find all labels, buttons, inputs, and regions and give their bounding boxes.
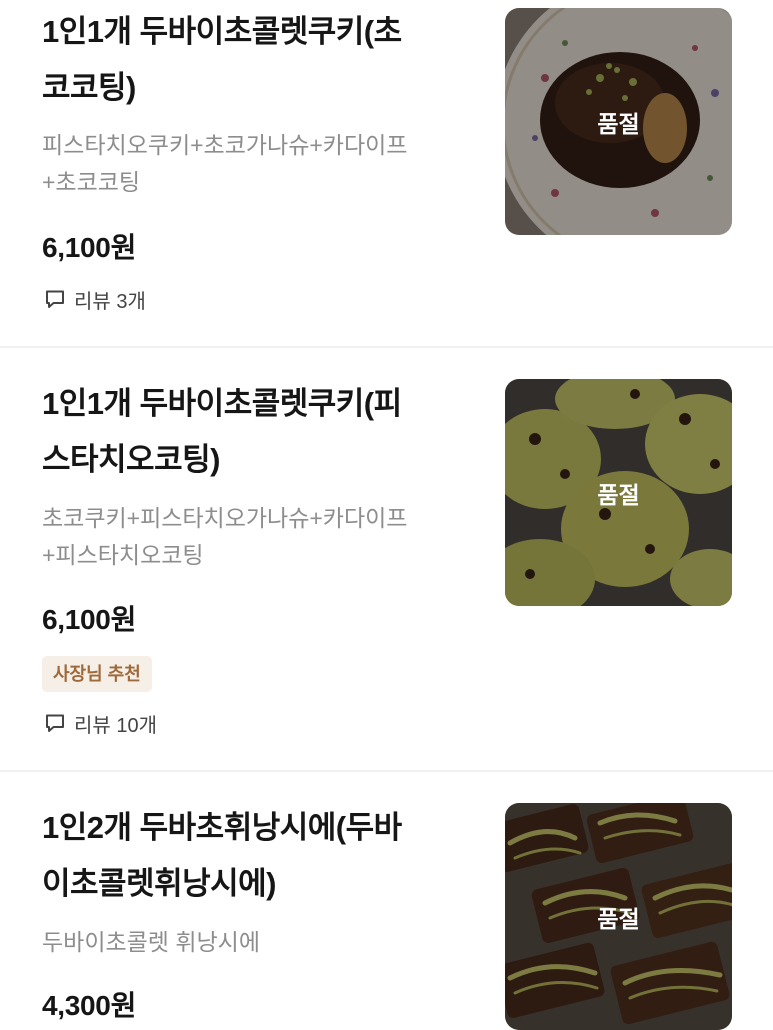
menu-item-image[interactable]: 품절	[505, 803, 732, 1030]
menu-item-title: 1인1개 두바이초콜렛쿠키(피 스타치오코팅)	[42, 386, 402, 477]
speech-bubble-icon	[44, 712, 66, 734]
sold-out-label: 품절	[597, 905, 640, 932]
recommended-badge: 사장님 추천	[42, 656, 152, 692]
menu-item[interactable]: 1인2개 두바초휘낭시에(두바 이초콜렛휘낭시에) 두바이초콜렛 휘낭시에 4,3…	[0, 772, 773, 1030]
review-count[interactable]: 리뷰 10개	[44, 708, 157, 738]
menu-item-price: 6,100원	[42, 604, 137, 635]
menu-item-description: 두바이초콜렛 휘낭시에	[42, 929, 260, 955]
menu-item-price: 4,300원	[42, 990, 137, 1021]
menu-item-description: 초코쿠키+피스타치오가나슈+카다이프 +피스타치오코팅	[42, 505, 408, 568]
sold-out-label: 품절	[597, 110, 640, 137]
menu-item-title: 1인1개 두바이초콜렛쿠키(초 코코팅)	[42, 14, 402, 105]
menu-item-image[interactable]: 품절	[505, 379, 732, 606]
menu-item[interactable]: 1인1개 두바이초콜렛쿠키(초 코코팅) 피스타치오쿠키+초코가나슈+카다이프 +초…	[0, 0, 773, 346]
menu-item-description: 피스타치오쿠키+초코가나슈+카다이프 +초코코팅	[42, 132, 408, 195]
review-label: 리뷰 10개	[74, 714, 158, 737]
review-count[interactable]: 리뷰 3개	[44, 284, 146, 314]
review-label: 리뷰 3개	[74, 290, 146, 313]
menu-item[interactable]: 1인1개 두바이초콜렛쿠키(피 스타치오코팅) 초코쿠키+피스타치오가나슈+카다이…	[0, 348, 773, 770]
sold-out-label: 품절	[597, 481, 640, 508]
speech-bubble-icon	[44, 288, 66, 310]
menu-item-price: 6,100원	[42, 232, 137, 263]
menu-item-title: 1인2개 두바초휘낭시에(두바 이초콜렛휘낭시에)	[42, 810, 402, 901]
menu-item-image[interactable]: 품절	[505, 8, 732, 235]
